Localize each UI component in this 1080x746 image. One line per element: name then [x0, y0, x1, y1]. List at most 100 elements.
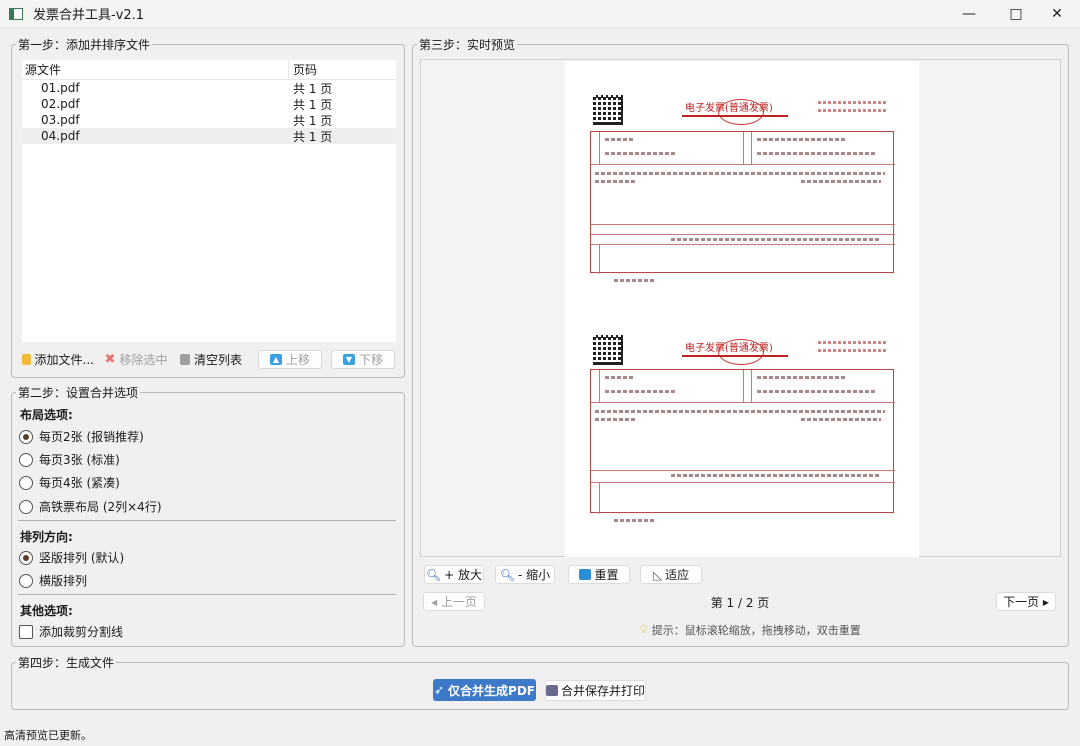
invoice-meta: [818, 349, 888, 352]
fit-button[interactable]: ◺ 适应: [640, 565, 702, 584]
merge-pdf-button[interactable]: ➶ 仅合并生成PDF: [433, 679, 536, 701]
reset-icon: [579, 569, 592, 580]
column-header-source[interactable]: 源文件: [22, 60, 289, 79]
invoice-text: [605, 390, 675, 393]
table-row[interactable]: 04.pdf 共 1 页: [22, 128, 396, 144]
prev-page-button[interactable]: ◂ 上一页: [423, 592, 485, 611]
window-title: 发票合并工具-v2.1: [33, 8, 145, 23]
step4-legend: 第四步：生成文件: [18, 656, 115, 670]
fit-label: 适应: [665, 568, 690, 582]
arrow-down-icon: ▼: [342, 354, 355, 365]
frame-line: [599, 132, 600, 164]
minimize-button[interactable]: —: [946, 0, 992, 28]
add-file-label: 添加文件...: [34, 353, 94, 367]
frame-line: [599, 370, 600, 402]
radio-direction-horizontal[interactable]: 横版排列: [19, 572, 87, 589]
divider: [18, 594, 396, 595]
table-row[interactable]: 01.pdf 共 1 页: [22, 80, 396, 96]
preview-area[interactable]: 电子发票(普通发票) 电子发票(普通发票): [420, 59, 1061, 557]
invoice-text: [595, 418, 635, 421]
stamp-icon: [718, 99, 764, 125]
table-row[interactable]: 03.pdf 共 1 页: [22, 112, 396, 128]
radio-indicator: [19, 475, 33, 490]
file-pages: 共 1 页: [293, 81, 333, 96]
invoice-text: [757, 138, 847, 141]
invoice-meta: [818, 341, 888, 344]
zoom-in-button[interactable]: 🔍︎ + 放大: [424, 565, 484, 584]
invoice-text: [757, 376, 847, 379]
radio-direction-vertical[interactable]: 竖版排列 (默认): [19, 549, 124, 566]
radio-label: 横版排列: [39, 574, 88, 588]
file-pages: 共 1 页: [293, 113, 333, 128]
reset-button[interactable]: 重置: [568, 565, 630, 584]
invoice-preview: 电子发票(普通发票): [590, 333, 895, 522]
zoom-in-label: + 放大: [444, 568, 483, 582]
file-name: 03.pdf: [41, 113, 80, 127]
trash-icon: [179, 354, 190, 365]
radio-indicator: [19, 452, 33, 467]
frame-line: [599, 482, 600, 514]
printer-icon: [546, 685, 558, 696]
ruler-icon: ◺: [652, 567, 663, 582]
radio-layout-train[interactable]: 高铁票布局 (2列×4行): [19, 498, 162, 515]
page-indicator: 第 1 / 2 页: [710, 596, 770, 610]
invoice-meta: [818, 101, 888, 104]
invoice-text: [595, 172, 885, 175]
file-pages: 共 1 页: [293, 129, 333, 144]
invoice-preview: 电子发票(普通发票): [590, 93, 895, 282]
radio-label: 每页3张 (标准): [39, 453, 120, 467]
file-table[interactable]: 源文件 页码 01.pdf 共 1 页 02.pdf 共 1 页 03.pdf 共 1…: [22, 60, 396, 342]
title-bar: 发票合并工具-v2.1 — □ ✕: [0, 0, 1080, 28]
invoice-meta: [818, 109, 888, 112]
file-name: 02.pdf: [41, 97, 80, 111]
invoice-text: [605, 138, 635, 141]
invoice-text: [671, 474, 881, 477]
add-file-button[interactable]: 添加文件...: [21, 350, 95, 369]
step4-group: 第四步：生成文件: [11, 654, 1069, 710]
qr-code-pattern: [593, 335, 623, 365]
invoice-text: [605, 376, 635, 379]
merge-print-button[interactable]: 合并保存并打印: [545, 680, 646, 701]
lightbulb-icon: 💡︎: [640, 623, 648, 636]
remove-selected-button[interactable]: ✖ 移除选中: [103, 350, 169, 369]
next-page-button[interactable]: 下一页 ▸: [996, 592, 1056, 611]
invoice-text: [757, 152, 877, 155]
arrow-up-icon: ▲: [269, 354, 282, 365]
radio-layout-4[interactable]: 每页4张 (紧凑): [19, 474, 120, 491]
invoice-frame: [590, 369, 895, 514]
move-down-label: 下移: [358, 353, 383, 367]
step3-legend: 第三步：实时预览: [419, 38, 516, 52]
qr-code-pattern: [593, 95, 623, 125]
hint-text: 提示：鼠标滚轮缩放，拖拽移动，双击重置: [651, 624, 861, 637]
cut-line-checkbox[interactable]: 添加裁剪分割线: [19, 623, 123, 640]
checkbox-label: 添加裁剪分割线: [39, 625, 124, 639]
frame-line: [743, 132, 744, 164]
folder-icon: [22, 354, 31, 365]
reset-label: 重置: [594, 568, 619, 582]
maximize-button[interactable]: □: [993, 0, 1039, 28]
merge-pdf-label: 仅合并生成PDF: [448, 683, 536, 698]
invoice-text: [757, 390, 877, 393]
table-row[interactable]: 02.pdf 共 1 页: [22, 96, 396, 112]
radio-label: 高铁票布局 (2列×4行): [39, 500, 162, 514]
radio-layout-3[interactable]: 每页3张 (标准): [19, 451, 120, 468]
remove-selected-label: 移除选中: [119, 353, 168, 367]
stamp-icon: [718, 339, 764, 365]
direction-heading: 排列方向:: [20, 530, 73, 544]
close-button[interactable]: ✕: [1034, 0, 1080, 28]
invoice-text: [801, 180, 881, 183]
rocket-icon: ➶: [433, 683, 445, 697]
zoom-out-button[interactable]: 🔍︎ - 缩小: [495, 565, 555, 584]
radio-indicator: [19, 573, 33, 588]
radio-label: 竖版排列 (默认): [39, 551, 125, 565]
move-down-button[interactable]: ▼ 下移: [331, 350, 395, 369]
move-up-button[interactable]: ▲ 上移: [258, 350, 322, 369]
divider: [18, 520, 396, 521]
column-header-pages[interactable]: 页码: [289, 61, 317, 78]
clear-list-button[interactable]: 清空列表: [177, 350, 245, 369]
frame-line: [751, 132, 752, 164]
radio-layout-2[interactable]: 每页2张 (报销推荐): [19, 428, 144, 445]
frame-line: [599, 244, 600, 274]
other-heading: 其他选项:: [20, 604, 73, 618]
magnifier-icon: 🔍︎: [425, 567, 442, 582]
